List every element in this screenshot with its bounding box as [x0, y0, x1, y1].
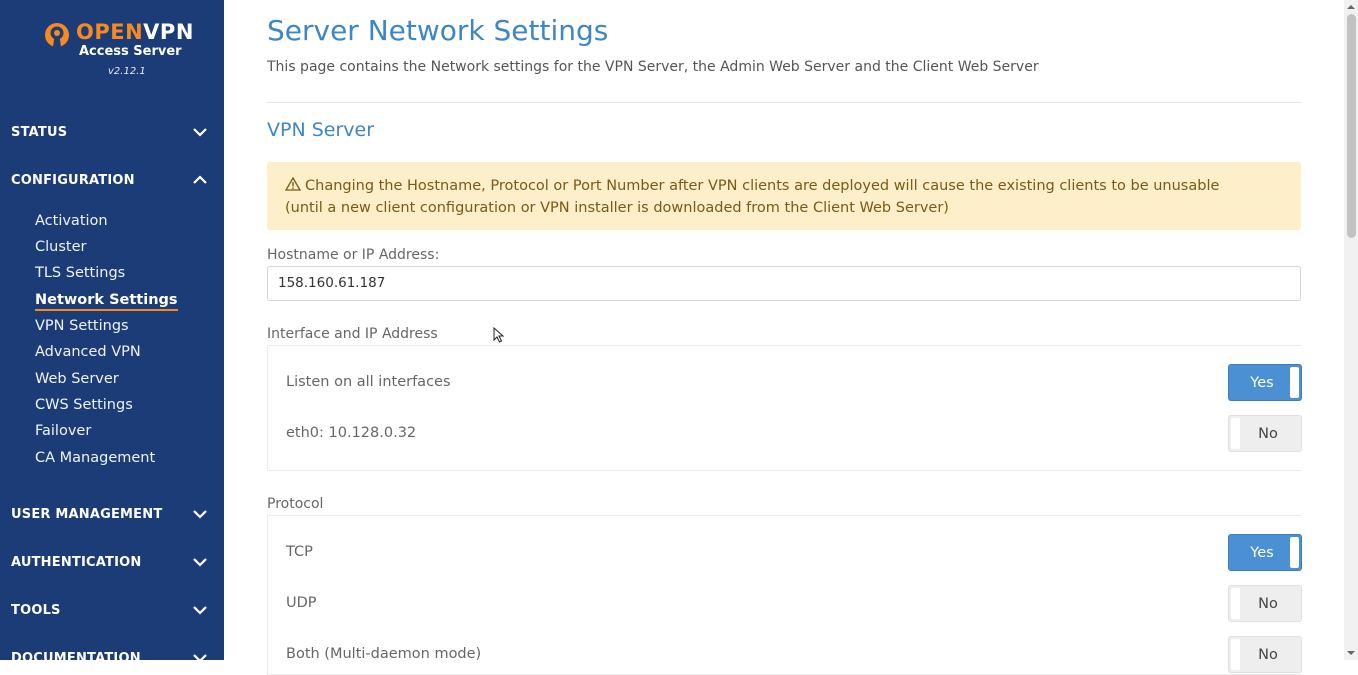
hostname-label: Hostname or IP Address:: [267, 247, 440, 263]
chevron-down-icon: [193, 510, 207, 519]
sidebar-item-cluster[interactable]: Cluster: [35, 239, 86, 255]
sidebar-item-vpn-settings[interactable]: VPN Settings: [35, 318, 129, 334]
sidebar-item-cws-settings[interactable]: CWS Settings: [35, 397, 133, 413]
openvpn-logo[interactable]: OPENVPN Access Server v2.12.1: [44, 20, 194, 80]
sidebar-item-ca-management[interactable]: CA Management: [35, 450, 155, 466]
nav-section-documentation[interactable]: DOCUMENTATION: [0, 641, 224, 660]
logo-brand: OPENVPN: [76, 20, 194, 44]
scrollbar[interactable]: [1344, 0, 1358, 660]
protocol-option-label: TCP: [286, 544, 313, 560]
sidebar-item-advanced-vpn[interactable]: Advanced VPN: [35, 344, 141, 360]
sidebar-item-tls-settings[interactable]: TLS Settings: [35, 265, 125, 281]
logo-subtitle: Access Server: [79, 44, 182, 59]
scroll-up-icon[interactable]: [1347, 3, 1355, 11]
chevron-down-icon: [193, 558, 207, 567]
section-title-vpn-server: VPN Server: [267, 119, 375, 141]
interface-label: Interface and IP Address: [267, 326, 438, 342]
sidebar: OPENVPN Access Server v2.12.1 STATUS CON…: [0, 0, 224, 660]
sidebar-item-activation[interactable]: Activation: [35, 213, 108, 229]
nav-section-label: STATUS: [11, 124, 68, 140]
nav-section-status[interactable]: STATUS: [0, 115, 224, 149]
nav-section-label: TOOLS: [11, 602, 61, 618]
interface-option-label: Listen on all interfaces: [286, 374, 451, 390]
tcp-toggle[interactable]: Yes: [1228, 534, 1302, 571]
interface-option-label: eth0: 10.128.0.32: [286, 425, 417, 441]
list-item: UDP No: [268, 585, 1302, 623]
warning-icon: [285, 177, 301, 191]
sidebar-item-failover[interactable]: Failover: [35, 423, 91, 439]
list-item: TCP Yes: [268, 534, 1302, 572]
divider: [267, 102, 1301, 103]
hostname-input[interactable]: 158.160.61.187: [267, 266, 1301, 301]
nav-section-label: USER MANAGEMENT: [11, 506, 163, 522]
toggle-label: Yes: [1250, 374, 1274, 391]
list-item: eth0: 10.128.0.32 No: [268, 415, 1302, 453]
scroll-down-icon[interactable]: [1347, 649, 1355, 657]
chevron-down-icon: [193, 654, 207, 660]
protocol-panel: TCP Yes UDP No Both (Multi-daemon mode) …: [267, 515, 1302, 675]
warning-text-line2: (until a new client configuration or VPN…: [285, 200, 949, 216]
toggle-label: No: [1258, 646, 1278, 663]
sidebar-item-web-server[interactable]: Web Server: [35, 371, 119, 387]
chevron-down-icon: [193, 606, 207, 615]
openvpn-logo-icon: [45, 23, 69, 47]
protocol-option-label: UDP: [286, 595, 317, 611]
toggle-label: No: [1258, 595, 1278, 612]
nav-section-label: CONFIGURATION: [11, 172, 135, 188]
toggle-label: Yes: [1250, 544, 1274, 561]
sidebar-item-network-settings[interactable]: Network Settings: [35, 292, 178, 311]
multi-daemon-toggle[interactable]: No: [1228, 636, 1302, 673]
logo-version: v2.12.1: [108, 66, 146, 77]
nav-section-label: DOCUMENTATION: [11, 650, 141, 661]
list-item: Both (Multi-daemon mode) No: [268, 636, 1302, 674]
main-content: Server Network Settings This page contai…: [224, 0, 1344, 675]
protocol-label: Protocol: [267, 496, 324, 512]
list-item: Listen on all interfaces Yes: [268, 364, 1302, 402]
chevron-up-icon: [193, 175, 207, 184]
nav-section-tools[interactable]: TOOLS: [0, 593, 224, 627]
chevron-down-icon: [193, 128, 207, 137]
nav-section-label: AUTHENTICATION: [11, 554, 142, 570]
eth0-interface-toggle[interactable]: No: [1228, 415, 1302, 452]
nav-section-configuration[interactable]: CONFIGURATION: [0, 163, 224, 197]
page-description: This page contains the Network settings …: [267, 59, 1039, 75]
warning-alert: Changing the Hostname, Protocol or Port …: [267, 162, 1301, 230]
page-title: Server Network Settings: [267, 14, 609, 47]
nav-section-user-management[interactable]: USER MANAGEMENT: [0, 497, 224, 531]
listen-all-interfaces-toggle[interactable]: Yes: [1228, 364, 1302, 401]
udp-toggle[interactable]: No: [1228, 585, 1302, 622]
interface-panel: Listen on all interfaces Yes eth0: 10.12…: [267, 345, 1302, 471]
scroll-thumb[interactable]: [1347, 14, 1356, 238]
toggle-label: No: [1258, 425, 1278, 442]
nav-section-authentication[interactable]: AUTHENTICATION: [0, 545, 224, 579]
warning-text-line1: Changing the Hostname, Protocol or Port …: [305, 178, 1220, 194]
mouse-cursor-icon: [493, 327, 505, 343]
